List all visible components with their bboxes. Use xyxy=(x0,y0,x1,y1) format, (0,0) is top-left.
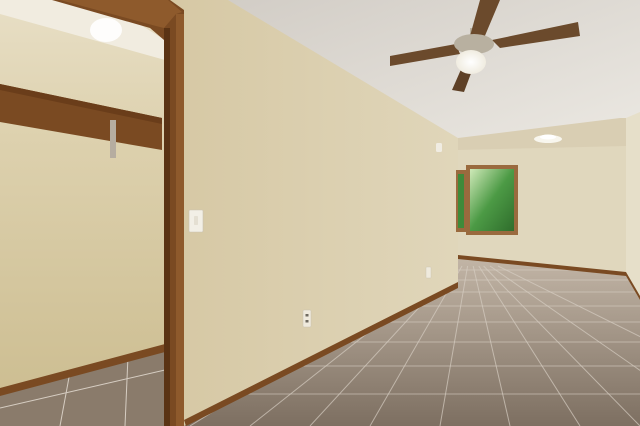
right-wall xyxy=(626,112,640,300)
outlet-icon-far xyxy=(425,266,432,279)
room-photo xyxy=(0,0,640,426)
closet-light-icon xyxy=(90,18,122,42)
ceiling-light-icon xyxy=(534,134,562,143)
outlet-icon xyxy=(302,309,312,328)
light-switch-icon xyxy=(188,209,204,233)
closet-interior-wall xyxy=(0,0,165,392)
window-icon xyxy=(456,165,518,235)
room-scene xyxy=(0,0,640,426)
closet-rod-bracket xyxy=(110,120,116,158)
thermostat xyxy=(436,143,442,152)
